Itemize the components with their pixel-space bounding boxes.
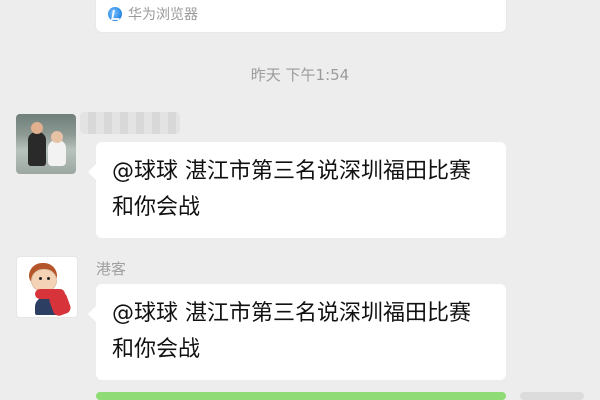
- shared-link-source: 华为浏览器: [108, 4, 198, 24]
- avatar[interactable]: [16, 114, 76, 174]
- browser-icon: [108, 7, 122, 21]
- message-timestamp: 昨天 下午1:54: [250, 66, 350, 84]
- shared-link-card[interactable]: 华为浏览器: [96, 0, 506, 32]
- next-message-placeholder: [520, 392, 584, 400]
- avatar-cartoon-eye: [39, 277, 42, 280]
- shared-link-source-label: 华为浏览器: [128, 7, 198, 23]
- chat-view: 华为浏览器 昨天 下午1:54 @球球 湛江市第三名说深圳福田比赛和你会战 港客…: [0, 0, 600, 400]
- avatar-photo-person-2: [48, 131, 66, 166]
- avatar-cartoon-face: [31, 269, 57, 291]
- sender-name: 港客: [96, 260, 127, 278]
- next-message-bubble[interactable]: [96, 392, 506, 400]
- avatar-photo-person-1: [28, 122, 46, 166]
- sender-name-blurred: [80, 112, 180, 134]
- message-bubble[interactable]: @球球 湛江市第三名说深圳福田比赛和你会战: [88, 284, 506, 380]
- message-bubble[interactable]: @球球 湛江市第三名说深圳福田比赛和你会战: [88, 142, 506, 238]
- avatar-cartoon-eye: [47, 277, 50, 280]
- avatar[interactable]: [16, 256, 78, 318]
